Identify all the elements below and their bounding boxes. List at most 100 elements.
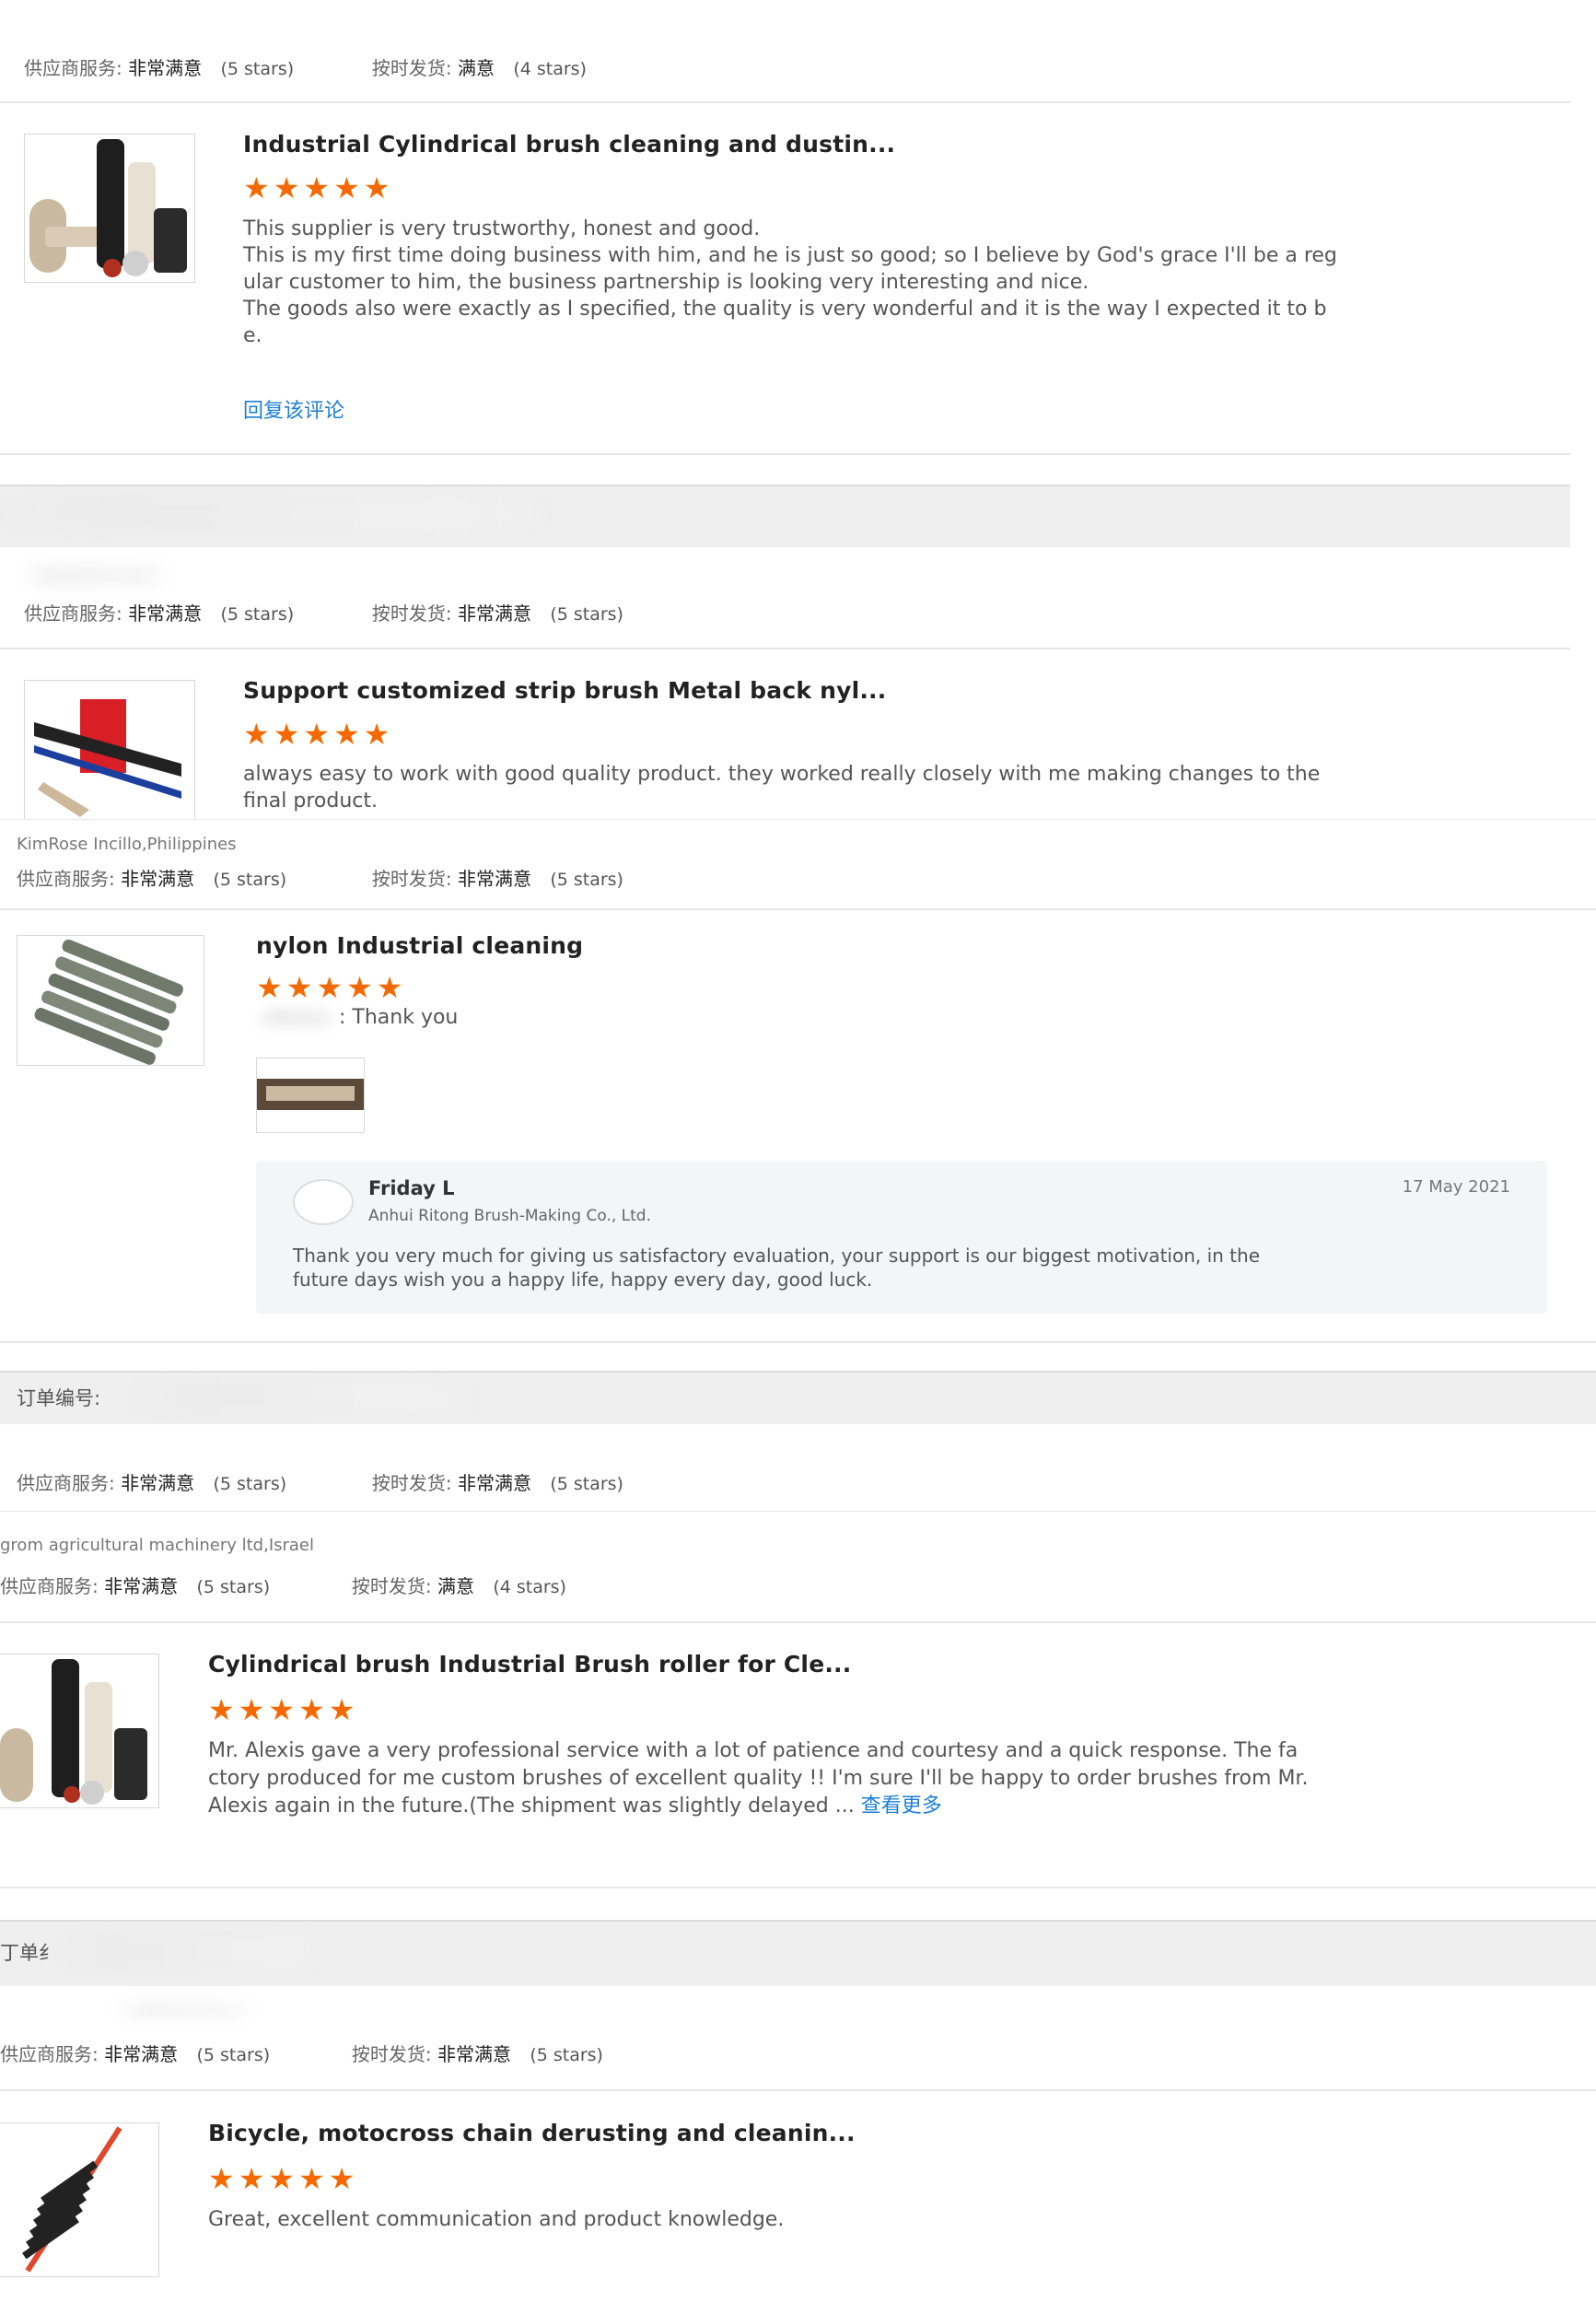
product-thumbnail[interactable] <box>24 134 195 283</box>
review-title[interactable]: nylon Industrial cleaning <box>256 932 583 959</box>
review-line: The goods also were exactly as I specifi… <box>243 298 1327 321</box>
review-line: always easy to work with good quality pr… <box>243 763 1321 786</box>
product-thumbnail[interactable] <box>0 2122 159 2277</box>
delivery-stars: (5 stars) <box>550 1474 623 1494</box>
review-photo-image <box>257 1079 364 1110</box>
delivery-label: 按时发货: <box>371 1472 452 1494</box>
review-text: : Thank you <box>256 1004 458 1031</box>
product-thumbnail[interactable] <box>0 1654 159 1808</box>
seller-reply-box: Friday L Anhui Ritong Brush-Making Co., … <box>256 1161 1547 1314</box>
rating-line: 供应商服务: 非常满意 (5 stars) 按时发货: 满意 (4 stars) <box>0 1572 566 1598</box>
star-rating: ★★★★★ <box>256 970 407 1005</box>
review-text: Great, excellent communication and produ… <box>208 2208 785 2231</box>
review-line: Mr. Alexis gave a very professional serv… <box>208 1739 1299 1762</box>
reply-company: Anhui Ritong Brush-Making Co., Ltd. <box>368 1207 651 1225</box>
delivery-value: 非常满意 <box>457 868 531 890</box>
review-line: ular customer to him, the business partn… <box>243 271 1089 294</box>
star-rating: ★★★★★ <box>208 1692 359 1727</box>
divider <box>0 1341 1596 1343</box>
supplier-service-value: 非常满意 <box>128 602 203 625</box>
delivery-stars: (5 stars) <box>550 604 623 625</box>
divider <box>0 1511 1596 1512</box>
review-text: This supplier is very trustworthy, hones… <box>243 216 1385 349</box>
review-line: ctory produced for me custom brushes of … <box>208 1767 1309 1790</box>
supplier-service-value: 非常满意 <box>121 868 195 890</box>
supplier-service-label: 供应商服务: <box>17 1472 115 1494</box>
delivery-label: 按时发货: <box>371 57 452 79</box>
divider <box>0 101 1570 103</box>
star-rating: ★★★★★ <box>243 170 394 205</box>
avatar <box>293 1179 354 1225</box>
review-line: e. <box>243 324 262 347</box>
rating-line: 供应商服务: 非常满意 (5 stars) 按时发货: 非常满意 (5 star… <box>17 1468 623 1495</box>
supplier-service-stars: (5 stars) <box>213 1474 287 1494</box>
cylindrical-brush-image <box>29 139 187 277</box>
supplier-service-value: 非常满意 <box>128 57 203 79</box>
delivery-stars: (4 stars) <box>493 1577 566 1597</box>
buyer-name: KimRose Incillo,Philippines <box>17 835 237 854</box>
review-text: Mr. Alexis gave a very professional serv… <box>208 1737 1350 1820</box>
supplier-service-label: 供应商服务: <box>0 2043 99 2065</box>
supplier-service-label: 供应商服务: <box>17 868 115 890</box>
review-title[interactable]: Industrial Cylindrical brush cleaning an… <box>243 131 895 158</box>
delivery-value: 满意 <box>437 1575 474 1597</box>
delivery-label: 按时发货: <box>351 1575 432 1597</box>
delivery-label: 按时发货: <box>371 868 452 890</box>
reply-line: future days wish you a happy life, happy… <box>293 1268 873 1291</box>
redacted-order-info <box>0 497 553 531</box>
review-text-value: : Thank you <box>339 1006 459 1029</box>
review-text: always easy to work with good quality pr… <box>243 761 1385 814</box>
reply-line: Thank you very much for giving us satisf… <box>293 1245 1260 1267</box>
review-title[interactable]: Bicycle, motocross chain derusting and c… <box>208 2120 856 2146</box>
product-thumbnail[interactable] <box>17 935 204 1066</box>
reply-review-link[interactable]: 回复该评论 <box>243 394 344 424</box>
reply-author: Friday L <box>368 1177 455 1199</box>
delivery-stars: (5 stars) <box>550 870 623 890</box>
delivery-value: 非常满意 <box>457 602 531 625</box>
rating-line: 供应商服务: 非常满意 (5 stars) 按时发货: 非常满意 (5 star… <box>17 864 623 891</box>
divider <box>0 819 1596 820</box>
rating-line: 供应商服务: 非常满意 (5 stars) 按时发货: 非常满意 (5 star… <box>24 599 623 625</box>
review-title[interactable]: Support customized strip brush Metal bac… <box>243 677 886 704</box>
divider <box>0 1887 1596 1888</box>
supplier-service-label: 供应商服务: <box>24 57 122 79</box>
review-line: This supplier is very trustworthy, hones… <box>243 217 761 240</box>
reply-text: Thank you very much for giving us satisf… <box>293 1244 1509 1292</box>
strip-brush-image <box>34 699 181 817</box>
redacted-buyer <box>111 2001 258 2019</box>
review-line: This is my first time doing business wit… <box>243 244 1337 267</box>
divider <box>0 648 1570 649</box>
divider <box>0 2089 1596 2091</box>
star-rating: ★★★★★ <box>243 717 394 752</box>
divider <box>0 908 1596 910</box>
supplier-service-stars: (5 stars) <box>220 604 295 625</box>
review-line: final product. <box>243 789 378 812</box>
redacted-order-number <box>129 1382 479 1413</box>
star-rating: ★★★★★ <box>208 2161 359 2196</box>
see-more-link[interactable]: 查看更多 <box>861 1794 942 1818</box>
supplier-service-label: 供应商服务: <box>24 602 122 625</box>
review-photo[interactable] <box>256 1058 365 1133</box>
chain-brush-image <box>22 2126 122 2273</box>
supplier-service-stars: (5 stars) <box>196 2045 271 2065</box>
rating-line: 供应商服务: 非常满意 (5 stars) 按时发货: 非常满意 (5 star… <box>0 2040 603 2066</box>
order-number-label: 订单编号: <box>17 1387 101 1409</box>
roller-brush-image <box>34 939 183 1065</box>
supplier-service-label: 供应商服务: <box>0 1575 99 1597</box>
product-thumbnail[interactable] <box>24 680 195 820</box>
supplier-service-stars: (5 stars) <box>213 870 287 890</box>
buyer-name: grom agricultural machinery ltd,Israel <box>0 1536 315 1555</box>
delivery-label: 按时发货: <box>371 602 452 625</box>
cylindrical-brush-image <box>0 1659 147 1805</box>
order-number-label: 丁单纟 <box>0 1942 58 1964</box>
review-line: Alexis again in the future.(The shipment… <box>208 1793 1350 1820</box>
supplier-service-stars: (5 stars) <box>196 1577 271 1597</box>
delivery-stars: (4 stars) <box>513 59 587 79</box>
rating-line: 供应商服务: 非常满意 (5 stars) 按时发货: 满意 (4 stars) <box>24 53 587 80</box>
redacted-order-number <box>55 1935 332 1968</box>
supplier-service-stars: (5 stars) <box>220 59 295 79</box>
supplier-service-value: 非常满意 <box>121 1472 195 1494</box>
delivery-label: 按时发货: <box>351 2043 432 2065</box>
review-title[interactable]: Cylindrical brush Industrial Brush rolle… <box>208 1651 851 1678</box>
delivery-value: 非常满意 <box>457 1472 531 1494</box>
